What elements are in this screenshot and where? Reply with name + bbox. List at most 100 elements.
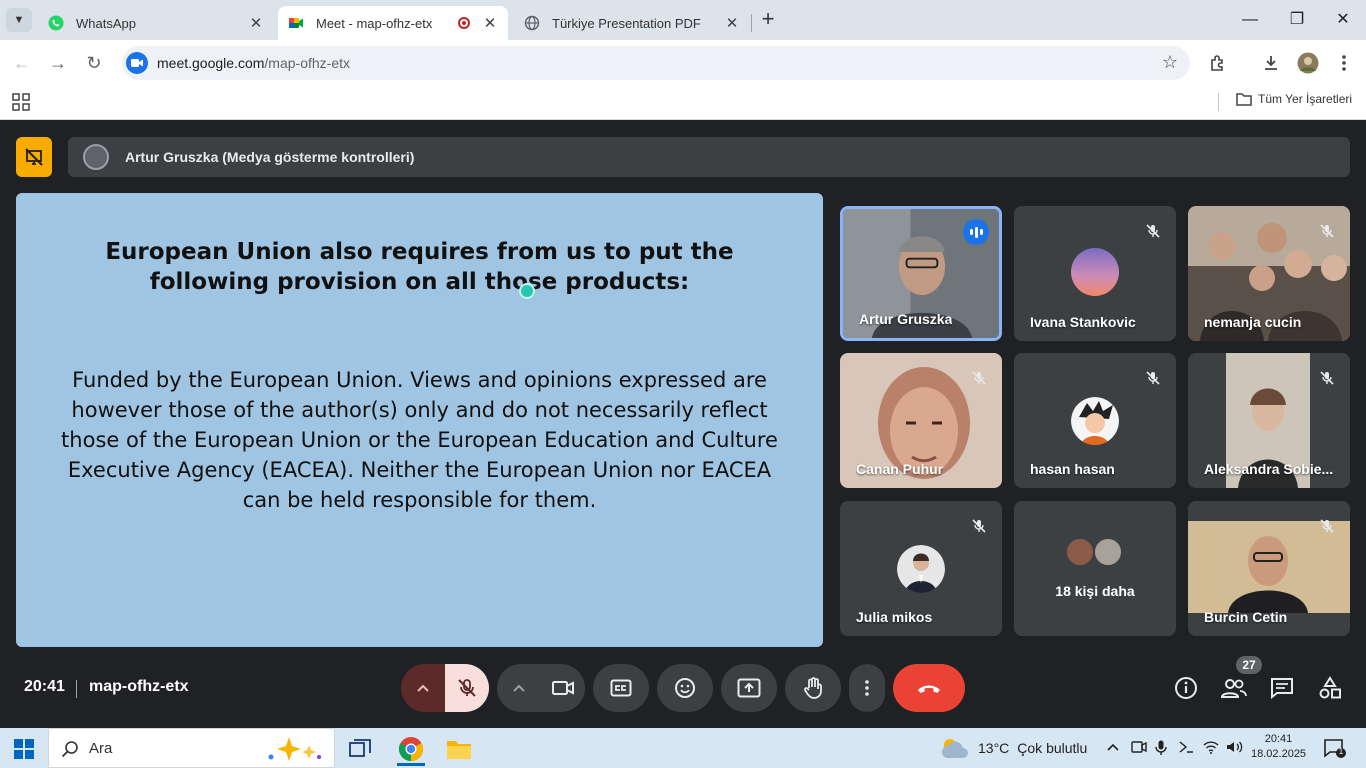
extensions-icon[interactable] — [1205, 50, 1231, 76]
weather-condition: Çok bulutlu — [1017, 740, 1088, 756]
download-icon[interactable] — [1258, 50, 1284, 76]
activities-button[interactable] — [1316, 674, 1344, 702]
more-options-button[interactable] — [849, 664, 885, 712]
pointer-cursor-icon — [519, 283, 535, 299]
clock-divider — [76, 680, 77, 698]
meet-stage: Artur Gruszka (Medya gösterme kontroller… — [0, 121, 1366, 728]
site-info-icon[interactable] — [126, 52, 148, 74]
task-view-button[interactable] — [340, 732, 380, 766]
minimize-button[interactable]: — — [1238, 8, 1262, 32]
chat-button[interactable] — [1268, 674, 1296, 702]
back-button[interactable]: ← — [9, 50, 35, 76]
close-icon[interactable]: ✕ — [724, 14, 740, 32]
stop-presenting-button[interactable] — [16, 137, 52, 177]
close-window-button[interactable]: ✕ — [1331, 8, 1355, 32]
bookmarks-bar: Tüm Yer İşaretleri — [0, 86, 1366, 120]
speaker-icon — [1227, 741, 1243, 753]
address-bar[interactable]: meet.google.com/map-ofhz-etx ☆ — [122, 46, 1190, 80]
apps-grid-icon[interactable] — [12, 93, 30, 111]
reactions-button[interactable] — [657, 664, 713, 712]
microphone-icon — [1155, 740, 1167, 755]
mic-off-icon — [1142, 220, 1164, 242]
presenter-avatar — [83, 144, 109, 170]
presenter-bar[interactable]: Artur Gruszka (Medya gösterme kontroller… — [68, 137, 1350, 177]
recording-indicator-icon — [458, 17, 470, 29]
slide-title: European Union also requires from us to … — [105, 239, 734, 295]
people-count-badge: 27 — [1236, 656, 1262, 674]
meeting-details-button[interactable] — [1172, 674, 1200, 702]
url-text: meet.google.com/map-ofhz-etx — [157, 55, 350, 71]
participant-name: Ivana Stankovic — [1030, 314, 1136, 330]
participant-tile[interactable]: Julia mikos — [840, 501, 1002, 636]
video-options-button[interactable] — [497, 664, 541, 712]
chrome-taskbar-button[interactable] — [391, 732, 431, 766]
participant-tile[interactable]: Artur Gruszka — [840, 206, 1002, 341]
tab-search-button[interactable]: ▼ — [6, 8, 32, 32]
bookmarks-separator — [1218, 93, 1219, 111]
chevron-up-icon — [417, 684, 429, 692]
forward-button[interactable]: → — [45, 50, 71, 76]
reload-button[interactable]: ↻ — [81, 50, 107, 76]
meet-tray-icon[interactable] — [1131, 740, 1147, 757]
people-button[interactable] — [1220, 674, 1248, 702]
mic-off-icon — [968, 515, 990, 537]
network-icon[interactable] — [1203, 740, 1219, 757]
chrome-icon — [398, 737, 424, 761]
tab-meet[interactable]: Meet - map-ofhz-etx ✕ — [278, 6, 508, 40]
participant-name: Aleksandra Sobie... — [1204, 461, 1334, 477]
google-meet-icon — [289, 18, 303, 28]
participant-tile[interactable]: nemanja cucin — [1188, 206, 1350, 341]
mic-off-icon — [458, 679, 476, 697]
participant-tile[interactable]: Aleksandra Sobie... — [1188, 353, 1350, 488]
volume-icon[interactable] — [1226, 740, 1244, 757]
browser-menu-icon[interactable] — [1331, 50, 1357, 76]
participant-tile[interactable]: Ivana Stankovic — [1014, 206, 1176, 341]
windows-start-icon[interactable] — [14, 739, 34, 759]
camera-toggle-button[interactable] — [541, 664, 585, 712]
input-method-icon[interactable] — [1178, 740, 1194, 757]
wifi-icon — [1203, 741, 1219, 754]
new-tab-button[interactable]: + — [756, 8, 780, 32]
cloudy-weather-icon — [942, 739, 968, 758]
participant-tile[interactable]: Burcin Cetin — [1188, 501, 1350, 636]
info-icon — [1175, 677, 1197, 699]
participant-tile[interactable]: Canan Puhur — [840, 353, 1002, 488]
close-icon[interactable]: ✕ — [482, 14, 498, 32]
participant-tile[interactable]: hasan hasan — [1014, 353, 1176, 488]
present-screen-button[interactable] — [721, 664, 777, 712]
camera-icon — [552, 681, 574, 695]
captions-button[interactable] — [593, 664, 649, 712]
speaking-indicator-icon — [963, 219, 989, 245]
more-participants-avatars — [1065, 537, 1123, 567]
notification-center-button[interactable]: 1 — [1324, 739, 1346, 764]
system-clock[interactable]: 20:41 18.02.2025 — [1251, 732, 1306, 762]
raise-hand-button[interactable] — [785, 664, 841, 712]
participant-name: nemanja cucin — [1204, 314, 1302, 330]
weather-widget[interactable]: 13°C Çok bulutlu — [940, 737, 1087, 759]
all-bookmarks-button[interactable]: Tüm Yer İşaretleri — [1236, 92, 1352, 106]
more-participants-tile[interactable]: 18 kişi daha — [1014, 501, 1176, 636]
camera-icon — [1131, 741, 1147, 753]
taskbar-search[interactable]: Ara — [48, 728, 335, 768]
chevron-up-icon — [1107, 743, 1119, 751]
tab-turkiye-pdf[interactable]: Türkiye Presentation PDF ✕ — [514, 6, 750, 40]
participant-name: Julia mikos — [856, 609, 933, 625]
microphone-tray-icon[interactable] — [1155, 740, 1167, 759]
audio-options-button[interactable] — [401, 664, 445, 712]
bookmark-star-icon[interactable]: ☆ — [1162, 52, 1178, 73]
participant-name: hasan hasan — [1030, 461, 1115, 477]
restore-button[interactable]: ❐ — [1285, 8, 1309, 32]
tab-whatsapp[interactable]: WhatsApp ✕ — [38, 6, 274, 40]
tab-label: Meet - map-ofhz-etx — [316, 15, 433, 31]
microphone-toggle-button[interactable] — [445, 664, 489, 712]
close-icon[interactable]: ✕ — [248, 14, 264, 32]
leave-call-button[interactable] — [893, 664, 965, 712]
show-hidden-icons-button[interactable] — [1106, 740, 1120, 755]
participant-name: Burcin Cetin — [1204, 609, 1288, 625]
profile-avatar[interactable] — [1295, 50, 1321, 76]
file-explorer-button[interactable] — [439, 732, 479, 766]
temperature: 13°C — [978, 740, 1010, 756]
presenter-bar-label: Artur Gruszka (Medya gösterme kontroller… — [125, 149, 415, 165]
chat-icon — [1271, 678, 1293, 699]
all-bookmarks-label: Tüm Yer İşaretleri — [1258, 92, 1353, 106]
